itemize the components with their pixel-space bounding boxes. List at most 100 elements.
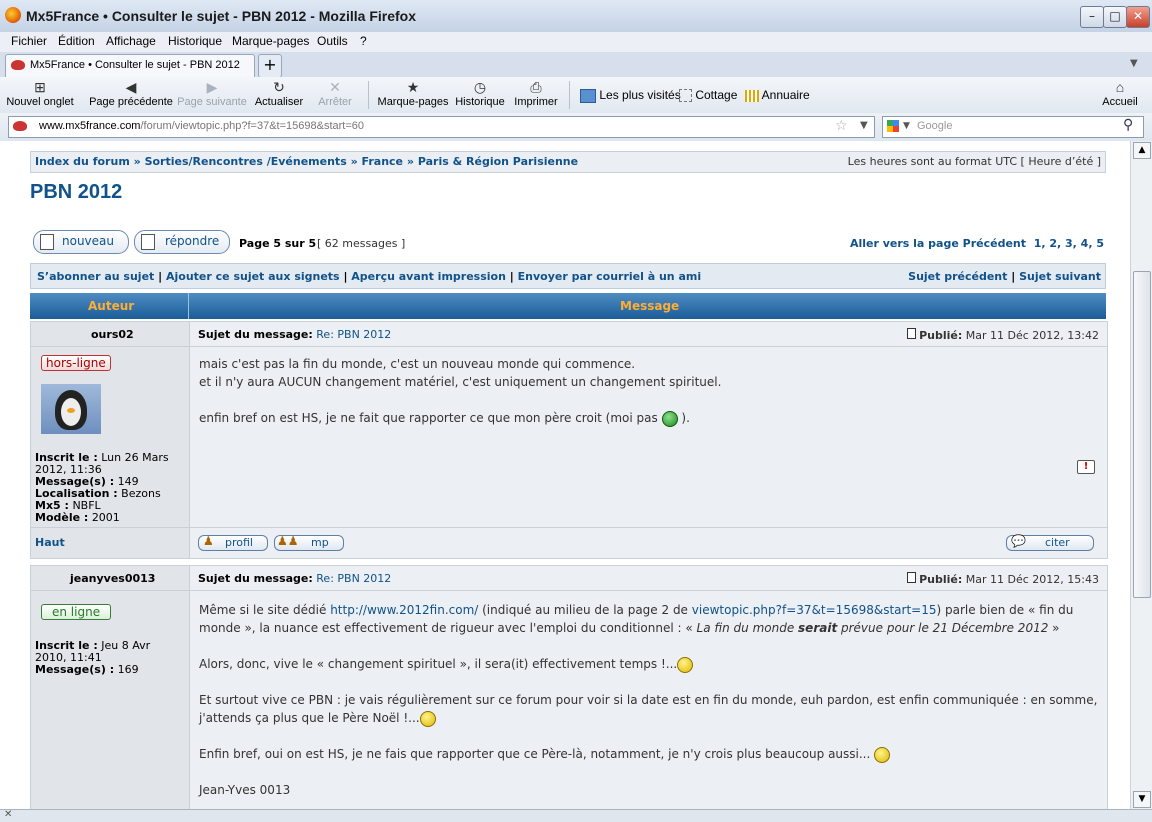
topic-options-bar: S’abonner au sujet | Ajouter ce sujet au… <box>30 263 1106 289</box>
forward-button[interactable]: ▶ Page suivante <box>176 78 248 108</box>
toolbar-separator <box>368 81 369 109</box>
annuaire-bookmark[interactable]: Annuaire <box>745 88 810 102</box>
vertical-scrollbar[interactable]: ▲ ▼ <box>1130 141 1152 809</box>
post-author[interactable]: jeanyves0013 <box>70 572 155 585</box>
message-count: [ 62 messages ] <box>317 237 406 250</box>
row-divider <box>31 346 1107 347</box>
scroll-thumb[interactable] <box>1133 271 1151 598</box>
print-button[interactable]: ⎙ Imprimer <box>513 78 559 108</box>
breadcrumb: Index du forum » Sorties/Rencontres /Evé… <box>35 155 579 168</box>
menu-affichage[interactable]: Affichage <box>106 34 156 48</box>
menu-bar: Fichier Édition Affichage Historique Mar… <box>0 32 1152 52</box>
breadcrumb-sorties[interactable]: Sorties/Rencontres /Evénements <box>145 155 347 168</box>
page-content: Index du forum » Sorties/Rencontres /Evé… <box>0 141 1130 809</box>
scroll-up-icon[interactable]: ▲ <box>1133 142 1151 159</box>
folder-icon <box>580 88 596 103</box>
window-titlebar: Mx5France • Consulter le sujet - PBN 201… <box>0 0 1152 33</box>
magnifier-icon[interactable]: ⚲ <box>1123 117 1133 133</box>
quote-bubble-icon: 💬 <box>1011 534 1026 548</box>
history-button[interactable]: ◷ Historique <box>453 78 507 108</box>
window-title: Mx5France • Consulter le sujet - PBN 201… <box>26 8 417 24</box>
quote-button[interactable]: 💬 citer <box>1006 534 1094 551</box>
column-divider <box>189 322 190 558</box>
wink-smiley-icon <box>677 656 694 673</box>
bookmark-star-icon[interactable]: ☆ <box>835 118 848 134</box>
cottage-bookmark[interactable]: Cottage <box>679 88 737 103</box>
new-topic-button[interactable]: nouveau <box>33 230 129 254</box>
external-link[interactable]: http://www.2012fin.com/ <box>330 603 478 617</box>
viewtopic-link[interactable]: viewtopic.php?f=37&t=15698&start=15 <box>692 603 937 617</box>
pm-button[interactable]: ♟♟ mp <box>274 534 344 551</box>
tab-active[interactable]: Mx5France • Consulter le sujet - PBN 201… <box>5 54 255 78</box>
pagination-pages[interactable]: 1, 2, 3, 4, 5 <box>1034 237 1104 250</box>
url-input[interactable]: www.mx5france.com/forum/viewtopic.php?f=… <box>8 116 875 138</box>
breadcrumb-paris[interactable]: Paris & Région Parisienne <box>418 155 578 168</box>
search-engine-dropdown-icon[interactable]: ▼ <box>903 121 910 131</box>
back-arrow-icon: ◀ <box>125 79 137 95</box>
annuaire-icon <box>745 89 759 102</box>
email-friend-link[interactable]: Envoyer par courriel à un ami <box>518 270 702 283</box>
report-icon[interactable]: ! <box>1077 460 1095 474</box>
subscribe-link[interactable]: S’abonner au sujet <box>37 270 154 283</box>
most-visited-bookmark[interactable]: Les plus visités <box>580 88 681 103</box>
print-preview-link[interactable]: Aperçu avant impression <box>351 270 506 283</box>
post-icon <box>906 572 916 583</box>
status-close-icon[interactable]: ✕ <box>4 809 12 820</box>
printer-icon: ⎙ <box>530 79 542 95</box>
bookmarks-button[interactable]: ★ Marque-pages <box>376 78 450 108</box>
post-2-author-column <box>31 566 189 809</box>
maximize-button[interactable]: □ <box>1103 6 1127 28</box>
toolbar-separator <box>569 81 570 109</box>
home-icon: ⌂ <box>1115 79 1125 95</box>
topic-title[interactable]: PBN 2012 <box>30 181 122 204</box>
user-icon: ♟ <box>203 534 214 548</box>
post-author[interactable]: ours02 <box>91 328 134 341</box>
menu-outils[interactable]: Outils <box>317 34 348 48</box>
message-column-header: Message <box>620 299 680 313</box>
url-text: www.mx5france.com/forum/viewtopic.php?f=… <box>39 120 364 132</box>
new-tab-toolbar-button[interactable]: ⊞ Nouvel onglet <box>5 78 75 108</box>
tab-list-icon[interactable]: ▼ <box>1130 58 1138 69</box>
breadcrumb-index[interactable]: Index du forum <box>35 155 130 168</box>
author-profile-info: Inscrit le : Lun 26 Mars 2012, 11:36 Mes… <box>35 451 169 524</box>
status-badge: hors-ligne <box>41 355 111 371</box>
reload-button[interactable]: ↻ Actualiser <box>253 78 305 108</box>
close-button[interactable]: ✕ <box>1126 6 1150 28</box>
posts-header: Auteur Message <box>30 293 1106 319</box>
new-tab-button[interactable]: + <box>258 54 282 78</box>
bookmarks-star-icon: ★ <box>406 79 420 95</box>
bookmark-topic-link[interactable]: Ajouter ce sujet aux signets <box>166 270 340 283</box>
back-button[interactable]: ◀ Page précédente <box>88 78 174 108</box>
menu-help[interactable]: ? <box>360 34 367 48</box>
scroll-down-icon[interactable]: ▼ <box>1133 791 1151 808</box>
prev-topic-link[interactable]: Sujet précédent <box>908 270 1007 283</box>
reply-button[interactable]: répondre <box>134 230 230 254</box>
page-icon <box>679 89 692 103</box>
menu-fichier[interactable]: Fichier <box>11 34 47 48</box>
search-placeholder: Google <box>917 120 953 132</box>
forward-arrow-icon: ▶ <box>206 79 218 95</box>
new-tab-icon: ⊞ <box>34 79 46 95</box>
status-badge: en ligne <box>41 604 112 620</box>
menu-edition[interactable]: Édition <box>58 34 95 48</box>
pagination-prev[interactable]: Précédent <box>963 237 1026 250</box>
breadcrumb-france[interactable]: France <box>362 155 403 168</box>
post-content: Même si le site dédié http://www.2012fin… <box>199 603 1098 797</box>
post-1: ours02 Sujet du message: Re: PBN 2012 Pu… <box>30 321 1108 559</box>
minimize-button[interactable]: – <box>1080 6 1104 28</box>
url-dropdown-icon[interactable]: ▼ <box>860 120 868 131</box>
menu-historique[interactable]: Historique <box>168 34 222 48</box>
column-divider <box>189 566 190 809</box>
post-icon <box>906 328 916 339</box>
search-input[interactable]: ▼ Google ⚲ <box>882 116 1144 138</box>
avatar <box>41 384 101 434</box>
next-topic-link[interactable]: Sujet suivant <box>1019 270 1101 283</box>
site-favicon-icon <box>11 60 25 70</box>
menu-marque-pages[interactable]: Marque-pages <box>232 34 309 48</box>
stop-button[interactable]: ✕ Arrêter <box>314 78 356 108</box>
home-button[interactable]: ⌂ Accueil <box>1100 78 1140 108</box>
author-profile-info: Inscrit le : Jeu 8 Avr 2010, 11:41 Messa… <box>35 639 151 676</box>
top-link[interactable]: Haut <box>35 536 65 549</box>
post-date: Publié: Mar 11 Déc 2012, 15:43 <box>906 572 1099 586</box>
profile-button[interactable]: ♟ profil <box>198 534 268 551</box>
